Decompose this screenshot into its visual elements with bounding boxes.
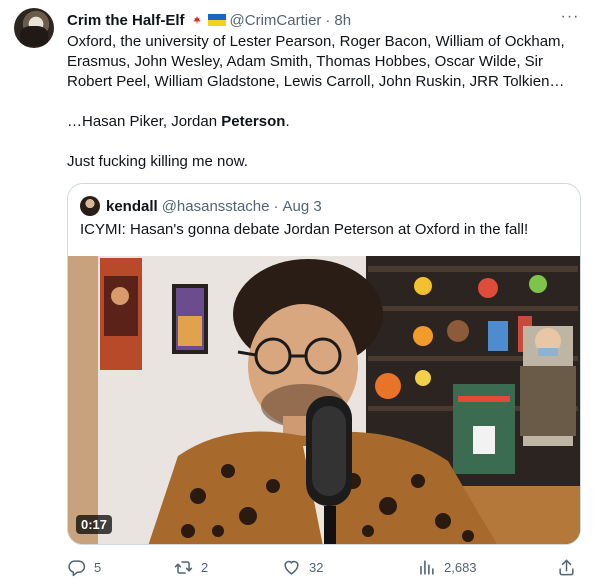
tweet-line: Erasmus, John Wesley, Adam Smith, Thomas… [67, 53, 544, 70]
tweet-line: Robert Peel, William Gladstone, Lewis Ca… [67, 73, 565, 90]
reply-count: 5 [94, 559, 102, 575]
quoted-tweet-header: kendall @hasansstache · Aug 3 [80, 196, 322, 216]
retweet-count: 2 [201, 559, 209, 575]
highlighted-word: Peterson [221, 113, 286, 130]
tweet-line-prefix: …Hasan Piker, Jordan [67, 113, 222, 130]
author-display-name[interactable]: Crim the Half-Elf [67, 12, 185, 29]
retweet-icon [174, 558, 193, 577]
action-bar: 5 2 32 2,683 [67, 555, 587, 579]
quoted-date[interactable]: Aug 3 [282, 198, 321, 215]
quoted-separator: · [273, 197, 279, 215]
more-options-icon[interactable]: ··· [560, 9, 580, 30]
quoted-tweet-text: ICYMI: Hasan's gonna debate Jordan Peter… [80, 221, 529, 238]
tweet-line: Just fucking killing me now. [67, 153, 248, 170]
like-button[interactable]: 32 [282, 558, 323, 577]
share-icon [557, 558, 576, 577]
share-button[interactable] [557, 558, 576, 577]
quoted-author-handle[interactable]: @hasansstache [162, 198, 270, 215]
tweet-line: Oxford, the university of Lester Pearson… [67, 33, 565, 50]
view-count: 2,683 [444, 559, 477, 575]
quoted-tweet[interactable]: kendall @hasansstache · Aug 3 ICYMI: Has… [67, 183, 581, 545]
quoted-author-avatar[interactable] [80, 196, 100, 216]
author-avatar[interactable] [14, 8, 54, 48]
ukraine-flag-icon [207, 14, 226, 26]
header-separator: · [325, 11, 331, 29]
analytics-icon [417, 558, 436, 577]
author-handle[interactable]: @CrimCartier [230, 12, 322, 29]
canada-flag-icon [188, 14, 205, 26]
tweet-timestamp[interactable]: 8h [334, 12, 351, 29]
views-button[interactable]: 2,683 [417, 558, 477, 577]
tweet-line: …Hasan Piker, Jordan Peterson. [67, 112, 587, 132]
video-duration: 0:17 [76, 515, 113, 534]
retweet-button[interactable]: 2 [174, 558, 208, 577]
video-player[interactable]: 0:17 [68, 256, 580, 544]
tweet[interactable]: Crim the Half-Elf @CrimCartier · 8h ··· … [0, 0, 600, 585]
reply-button[interactable]: 5 [67, 558, 101, 577]
reply-icon [67, 558, 86, 577]
heart-icon [282, 558, 301, 577]
tweet-line-suffix: . [285, 113, 290, 130]
like-count: 32 [309, 559, 324, 575]
tweet-body: Oxford, the university of Lester Pearson… [67, 32, 587, 172]
video-frame [68, 256, 580, 544]
tweet-header: Crim the Half-Elf @CrimCartier · 8h ··· [67, 9, 580, 30]
quoted-author-name[interactable]: kendall [106, 198, 158, 215]
